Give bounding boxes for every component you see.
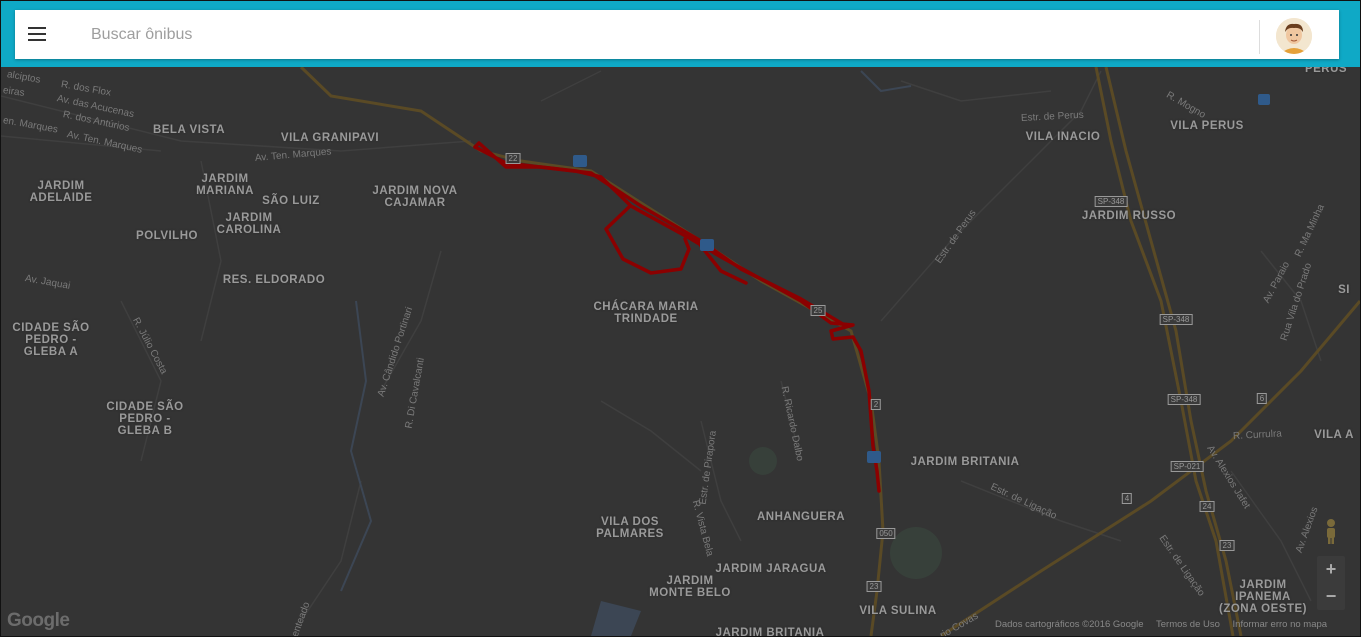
route-shield: 2 — [870, 399, 882, 410]
neighborhood-label: JARDIM BRITANIA — [910, 456, 1020, 468]
neighborhood-label: JARDIM NOVA CAJAMAR — [372, 185, 458, 209]
search-input[interactable] — [89, 20, 1243, 50]
neighborhood-label: POLVILHO — [136, 230, 198, 242]
search-bar — [15, 10, 1339, 59]
route-shield: 22 — [505, 153, 521, 164]
route-shield: SP-348 — [1159, 314, 1193, 325]
search-divider — [1259, 20, 1260, 54]
zoom-control: + − — [1317, 556, 1345, 610]
neighborhood-label: VILA A — [1314, 429, 1354, 441]
terms-link[interactable]: Termos de Uso — [1156, 619, 1220, 630]
top-app-bar — [1, 1, 1360, 67]
route-shield: 23 — [1219, 540, 1235, 551]
neighborhood-label: SÃO LUIZ — [262, 195, 320, 207]
neighborhood-label: JARDIM CAROLINA — [216, 212, 282, 236]
street-view-pegman-icon[interactable] — [1319, 517, 1343, 545]
route-shield: 6 — [1256, 393, 1268, 404]
neighborhood-label: JARDIM JARAGUA — [715, 563, 827, 575]
neighborhood-label: JARDIM MONTE BELO — [649, 575, 731, 599]
neighborhood-label: VILA PERUS — [1170, 120, 1244, 132]
map-data-credit: Dados cartográficos ©2016 Google — [995, 619, 1144, 630]
neighborhood-label: VILA INACIO — [1025, 131, 1101, 143]
route-shield: SP-348 — [1167, 394, 1201, 405]
route-shield: SP-348 — [1094, 196, 1128, 207]
report-error-link[interactable]: Informar erro no mapa — [1233, 619, 1328, 630]
neighborhood-label: RES. ELDORADO — [222, 274, 326, 286]
neighborhood-label: VILA GRANIPAVI — [280, 132, 380, 144]
neighborhood-label: CIDADE SÃO PEDRO - GLEBA B — [106, 401, 184, 437]
neighborhood-label: VILA SULINA — [859, 605, 937, 617]
neighborhood-label: BELA VISTA — [152, 124, 226, 136]
park — [890, 527, 942, 579]
route-shield: 050 — [876, 528, 896, 539]
neighborhood-label: SI — [1338, 284, 1350, 296]
zoom-out-button[interactable]: − — [1317, 583, 1345, 610]
app-frame: BELA VISTA VILA GRANIPAVI JARDIM ADELAIDE JA… — [0, 0, 1361, 637]
park — [749, 447, 777, 475]
neighborhood-label: ANHANGUERA — [756, 511, 846, 523]
neighborhood-label: JARDIM RUSSO — [1081, 210, 1177, 222]
neighborhood-label: JARDIM ADELAIDE — [29, 180, 93, 204]
route-shield: 4 — [1121, 493, 1133, 504]
route-shield: SP-021 — [1170, 461, 1204, 472]
route-shield: 25 — [810, 305, 826, 316]
route-shield: 24 — [1199, 501, 1215, 512]
user-avatar-icon[interactable] — [1276, 18, 1312, 54]
neighborhood-label: JARDIM IPANEMA (ZONA OESTE) — [1219, 579, 1307, 615]
neighborhood-label: VILA DOS PALMARES — [596, 516, 664, 540]
route-shield: 23 — [866, 581, 882, 592]
zoom-in-button[interactable]: + — [1317, 556, 1345, 583]
neighborhood-label: CIDADE SÃO PEDRO - GLEBA A — [12, 322, 90, 358]
map-attribution: Dados cartográficos ©2016 Google Termos … — [995, 619, 1337, 633]
hamburger-menu-icon[interactable] — [25, 22, 51, 46]
neighborhood-label: JARDIM BRITANIA — [715, 627, 825, 637]
google-logo: Google — [7, 610, 70, 631]
neighborhood-label: JARDIM MARIANA — [196, 173, 254, 197]
neighborhood-label: CHÁCARA MARIA TRINDADE — [593, 301, 699, 325]
